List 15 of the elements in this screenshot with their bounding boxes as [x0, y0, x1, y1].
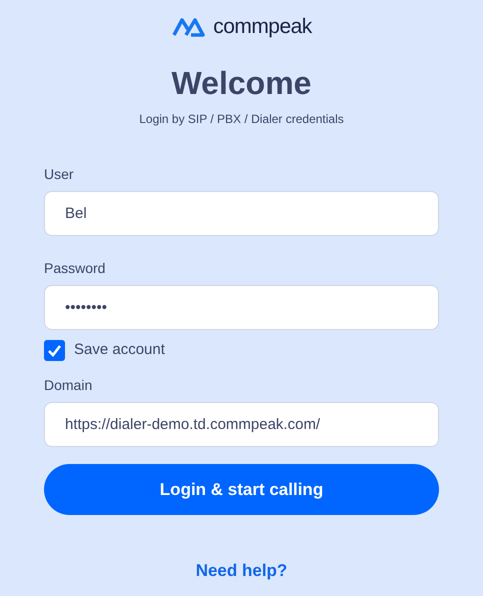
field-label: User	[44, 165, 75, 184]
field-label: Password	[44, 259, 106, 278]
input-field[interactable]: https://dialer-demo.td.commpeak.com/	[44, 402, 439, 447]
field-label: Domain	[44, 376, 94, 395]
welcome-heading: Welcome	[172, 64, 312, 103]
input-field[interactable]: Bel	[44, 191, 439, 236]
checkbox[interactable]	[44, 340, 65, 360]
input-field[interactable]: ••••••••	[44, 285, 439, 330]
help-link[interactable]: Need help?	[196, 558, 288, 584]
logo-text: commpeak	[213, 14, 312, 40]
check-icon	[47, 342, 62, 358]
login-button[interactable]: Login & start calling	[44, 464, 439, 515]
subtitle: Login by SIP / PBX / Dialer credentials	[139, 111, 344, 128]
logo-icon	[171, 16, 208, 38]
save-account-label: Save account	[74, 340, 165, 360]
